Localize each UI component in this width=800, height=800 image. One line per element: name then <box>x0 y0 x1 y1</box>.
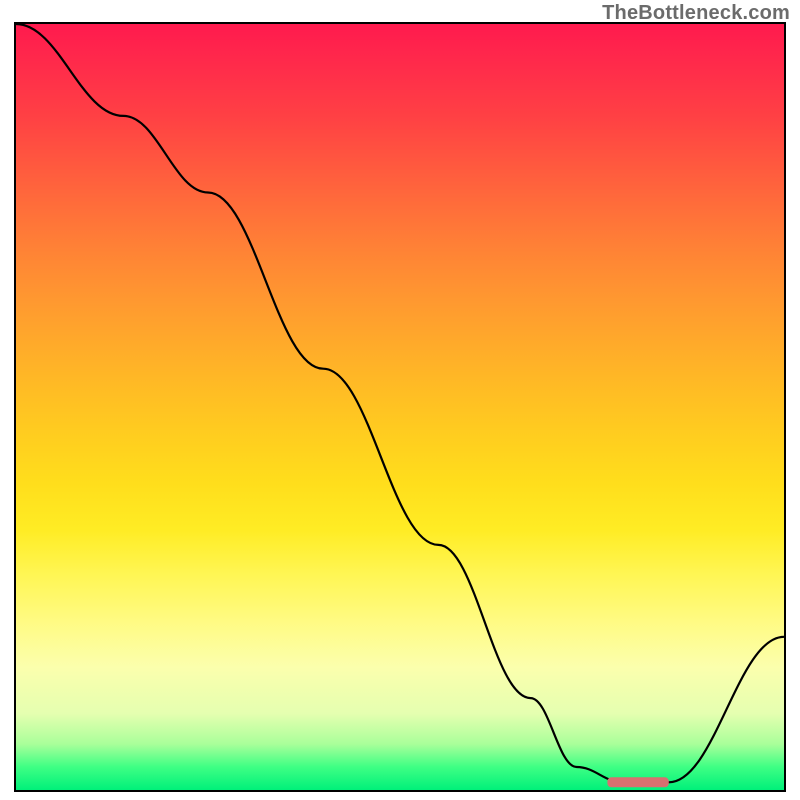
chart-plot-area <box>14 22 786 792</box>
bottleneck-curve-svg <box>16 24 784 790</box>
bottleneck-curve-path <box>16 24 784 782</box>
optimal-marker-bar <box>607 777 668 787</box>
